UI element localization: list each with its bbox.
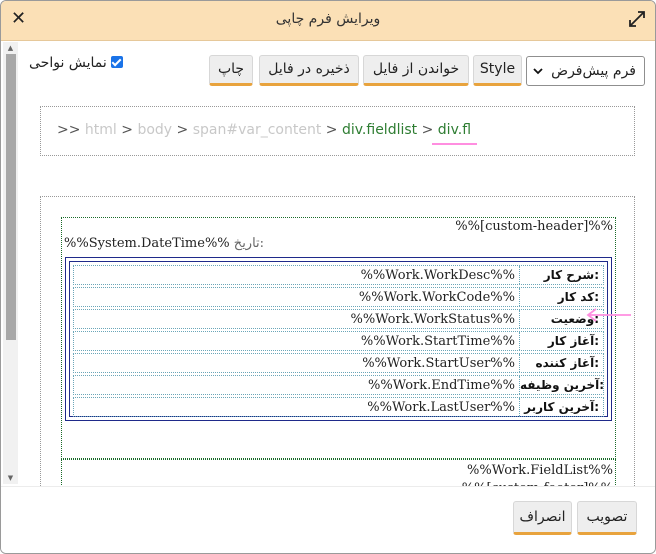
breadcrumb-item-fieldlist[interactable]: div.fieldlist [342, 122, 417, 138]
field-value: %%Work.WorkDesc%% [360, 268, 515, 283]
field-value: %%Work.StartUser%% [362, 356, 515, 371]
field-row[interactable]: %%Work.WorkCode%% کد کار: [73, 287, 604, 307]
field-value: %%Work.StartTime%% [360, 334, 515, 349]
field-label: آغاز کننده: [519, 354, 603, 372]
custom-header-placeholder[interactable]: %%[custom-header]%% [455, 219, 613, 234]
print-button[interactable]: چاپ [209, 55, 253, 86]
preview-content-block[interactable]: %%[custom-header]%% %%System.DateTime%% … [61, 217, 616, 459]
chevron-down-icon [533, 68, 543, 75]
field-row[interactable]: %%Work.LastUser%% آخرین کاربر: [73, 397, 604, 417]
field-value: %%Work.WorkCode%% [358, 290, 515, 305]
breadcrumb-separator: > [176, 122, 189, 138]
scroll-down-arrow-icon[interactable]: ▼ [3, 472, 18, 484]
breadcrumb-item-var-content[interactable]: span#var_content [193, 122, 322, 138]
field-label: آخرین کاربر: [519, 398, 603, 416]
field-row[interactable]: %%Work.StartUser%% آغاز کننده: [73, 353, 604, 373]
approve-button[interactable]: تصویب [577, 501, 637, 535]
template-select[interactable]: فرم پیش‌فرض [526, 56, 645, 86]
template-select-value: فرم پیش‌فرض [551, 63, 636, 79]
style-button[interactable]: Style [473, 55, 522, 86]
field-value: %%Work.LastUser%% [367, 400, 515, 415]
show-regions-toggle[interactable]: نمایش نواحی [29, 55, 123, 71]
print-form-editor-dialog: ✕ ویرایش فرم چاپی ▲ ▼ نمایش نواحی چاپ ذخ… [0, 0, 656, 554]
field-row[interactable]: %%Work.EndTime%% آخرین وظیفه: [73, 375, 604, 395]
load-from-file-button[interactable]: خواندن از فایل [363, 55, 469, 86]
breadcrumb: >> html > body > span#var_content > div.… [57, 122, 478, 145]
breadcrumb-box: >> html > body > span#var_content > div.… [40, 106, 635, 156]
field-list-table[interactable]: %%Work.WorkDesc%% شرح کار: %%Work.WorkCo… [65, 257, 612, 421]
date-label: تاریخ: [233, 236, 265, 251]
breadcrumb-separator: > [325, 122, 338, 138]
field-label: آخرین وظیفه: [519, 376, 605, 394]
cancel-button[interactable]: انصراف [513, 501, 572, 535]
selected-row-pointer-icon [586, 308, 631, 322]
expand-icon[interactable] [629, 11, 645, 27]
form-preview: %%[custom-header]%% %%System.DateTime%% … [40, 196, 635, 499]
field-value: %%Work.WorkStatus%% [350, 312, 516, 327]
vertical-scrollbar[interactable]: ▲ ▼ [3, 42, 18, 484]
date-line[interactable]: %%System.DateTime%% تاریخ: [64, 236, 264, 251]
field-value: %%Work.EndTime%% [368, 378, 515, 393]
breadcrumb-item-body[interactable]: body [137, 122, 172, 138]
date-value: %%System.DateTime%% [64, 236, 230, 251]
show-regions-label: نمایش نواحی [29, 55, 107, 71]
breadcrumb-separator: > [421, 122, 434, 138]
field-label: آغاز کار: [519, 332, 603, 350]
title-bar: ✕ ویرایش فرم چاپی [1, 1, 655, 41]
field-row[interactable]: %%Work.WorkStatus%% وضعیت: [73, 309, 604, 329]
field-label: شرح کار: [519, 266, 603, 284]
field-label: کد کار: [519, 288, 603, 306]
save-to-file-button[interactable]: ذخیره در فایل [259, 55, 359, 86]
breadcrumb-item-fl-active[interactable]: div.fl [431, 122, 478, 145]
breadcrumb-item-html[interactable]: html [85, 122, 117, 138]
field-list-inner: %%Work.WorkDesc%% شرح کار: %%Work.WorkCo… [69, 261, 608, 417]
breadcrumb-prefix: >> [57, 122, 81, 138]
field-row[interactable]: %%Work.WorkDesc%% شرح کار: [73, 265, 604, 285]
breadcrumb-separator: > [121, 122, 133, 138]
scroll-up-arrow-icon[interactable]: ▲ [3, 42, 18, 54]
scroll-thumb[interactable] [6, 54, 16, 340]
field-row[interactable]: %%Work.StartTime%% آغاز کار: [73, 331, 604, 351]
field-list-placeholder[interactable]: %%Work.FieldList%% [467, 463, 613, 478]
show-regions-checkbox[interactable] [110, 56, 123, 68]
dialog-title: ویرایش فرم چاپی [275, 11, 381, 27]
